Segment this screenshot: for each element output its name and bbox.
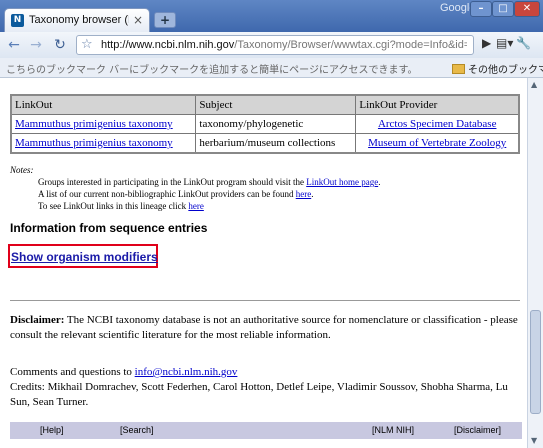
provider-link[interactable]: Museum of Vertebrate Zoology <box>368 137 506 149</box>
column-header: Subject <box>195 94 357 115</box>
close-tab-icon[interactable]: × <box>133 13 143 27</box>
close-window-button[interactable]: ✕ <box>514 1 540 17</box>
folder-icon <box>452 64 465 74</box>
subject-cell: taxonomy/phylogenetic <box>195 114 357 134</box>
lineage-here-link[interactable]: here <box>188 201 204 211</box>
other-bookmarks-button[interactable]: その他のブックマーク <box>452 61 543 76</box>
back-icon[interactable]: ← <box>4 35 24 55</box>
footer-nlm-link[interactable]: [NLM NIH] <box>372 425 414 435</box>
disclaimer-text: Disclaimer: The NCBI taxonomy database i… <box>10 314 518 341</box>
linkout-link[interactable]: Mammuthus primigenius taxonomy <box>15 137 173 149</box>
address-bar[interactable]: ☆ http://www.ncbi.nlm.nih.gov/Taxonomy/B… <box>76 35 474 55</box>
scroll-down-icon[interactable]: ▼ <box>531 436 537 445</box>
footer-disclaimer-link[interactable]: [Disclaimer] <box>454 425 501 435</box>
minimize-window-button[interactable]: – <box>470 1 492 17</box>
footer-search-link[interactable]: [Search] <box>120 425 154 435</box>
ncbi-favicon-icon: N <box>11 14 24 27</box>
notes-line: Groups interested in participating in th… <box>38 177 381 187</box>
bookmarks-bar: こちらのブックマーク バーにブックマークを追加すると簡単にページにアクセスできま… <box>0 58 543 78</box>
tab-title: Taxonomy browser (Mamm… <box>29 14 129 26</box>
table-row: Mammuthus primigenius taxonomy herbarium… <box>10 133 520 154</box>
new-tab-button[interactable]: + <box>154 12 176 28</box>
notes-title: Notes: <box>10 165 34 175</box>
notes-line: A list of our current non-bibliographic … <box>38 189 314 199</box>
subject-cell: herbarium/museum collections <box>195 133 357 154</box>
browser-titlebar: N Taxonomy browser (Mamm… × + Google – □… <box>0 0 543 32</box>
url-text[interactable]: http://www.ncbi.nlm.nih.gov/Taxonomy/Bro… <box>101 39 467 51</box>
footer-help-link[interactable]: [Help] <box>40 425 64 435</box>
bookmark-star-icon[interactable]: ☆ <box>81 36 93 54</box>
vertical-scrollbar[interactable]: ▲ ▼ <box>527 78 543 448</box>
go-arrow-icon[interactable]: ▶ <box>482 36 491 50</box>
footer-bar: [Help] [Search] [NLM NIH] [Disclaimer] <box>10 422 522 439</box>
bookmarks-hint: こちらのブックマーク バーにブックマークを追加すると簡単にページにアクセスできま… <box>6 65 418 76</box>
providers-here-link[interactable]: here <box>296 189 312 199</box>
table-row: Mammuthus primigenius taxonomy taxonomy/… <box>10 114 520 134</box>
column-header: LinkOut <box>10 94 197 115</box>
scroll-up-icon[interactable]: ▲ <box>531 80 537 89</box>
scroll-thumb[interactable] <box>530 310 541 414</box>
show-organism-modifiers-link[interactable]: Show organism modifiers <box>11 250 158 264</box>
column-header: LinkOut Provider <box>355 94 520 115</box>
forward-icon[interactable]: → <box>26 35 46 55</box>
comments-section: Comments and questions to info@ncbi.nlm.… <box>10 365 520 410</box>
table-header-row: LinkOut Subject LinkOut Provider <box>10 94 520 115</box>
browser-tab[interactable]: N Taxonomy browser (Mamm… × <box>4 8 150 32</box>
linkout-table: LinkOut Subject LinkOut Provider Mammuth… <box>10 94 520 154</box>
comments-line: Comments and questions to info@ncbi.nlm.… <box>10 366 238 378</box>
wrench-menu-icon[interactable]: 🔧 <box>516 36 531 50</box>
maximize-window-button[interactable]: □ <box>492 1 514 17</box>
credits-text: Credits: Mikhail Domrachev, Scott Federh… <box>10 381 508 408</box>
notes-section: Notes: Groups interested in participatin… <box>10 164 380 212</box>
reload-icon[interactable]: ↻ <box>50 35 70 55</box>
page-content: LinkOut Subject LinkOut Provider Mammuth… <box>0 78 527 448</box>
linkout-home-link[interactable]: LinkOut home page <box>306 177 378 187</box>
linkout-link[interactable]: Mammuthus primigenius taxonomy <box>15 118 173 130</box>
provider-link[interactable]: Arctos Specimen Database <box>378 118 497 130</box>
notes-line: To see LinkOut links in this lineage cli… <box>38 201 204 211</box>
browser-toolbar: ← → ↻ ☆ http://www.ncbi.nlm.nih.gov/Taxo… <box>0 32 543 59</box>
page-menu-icon[interactable]: ▤▾ <box>496 36 513 50</box>
divider <box>10 300 520 301</box>
email-link[interactable]: info@ncbi.nlm.nih.gov <box>135 366 238 378</box>
sequence-heading: Information from sequence entries <box>10 221 208 235</box>
